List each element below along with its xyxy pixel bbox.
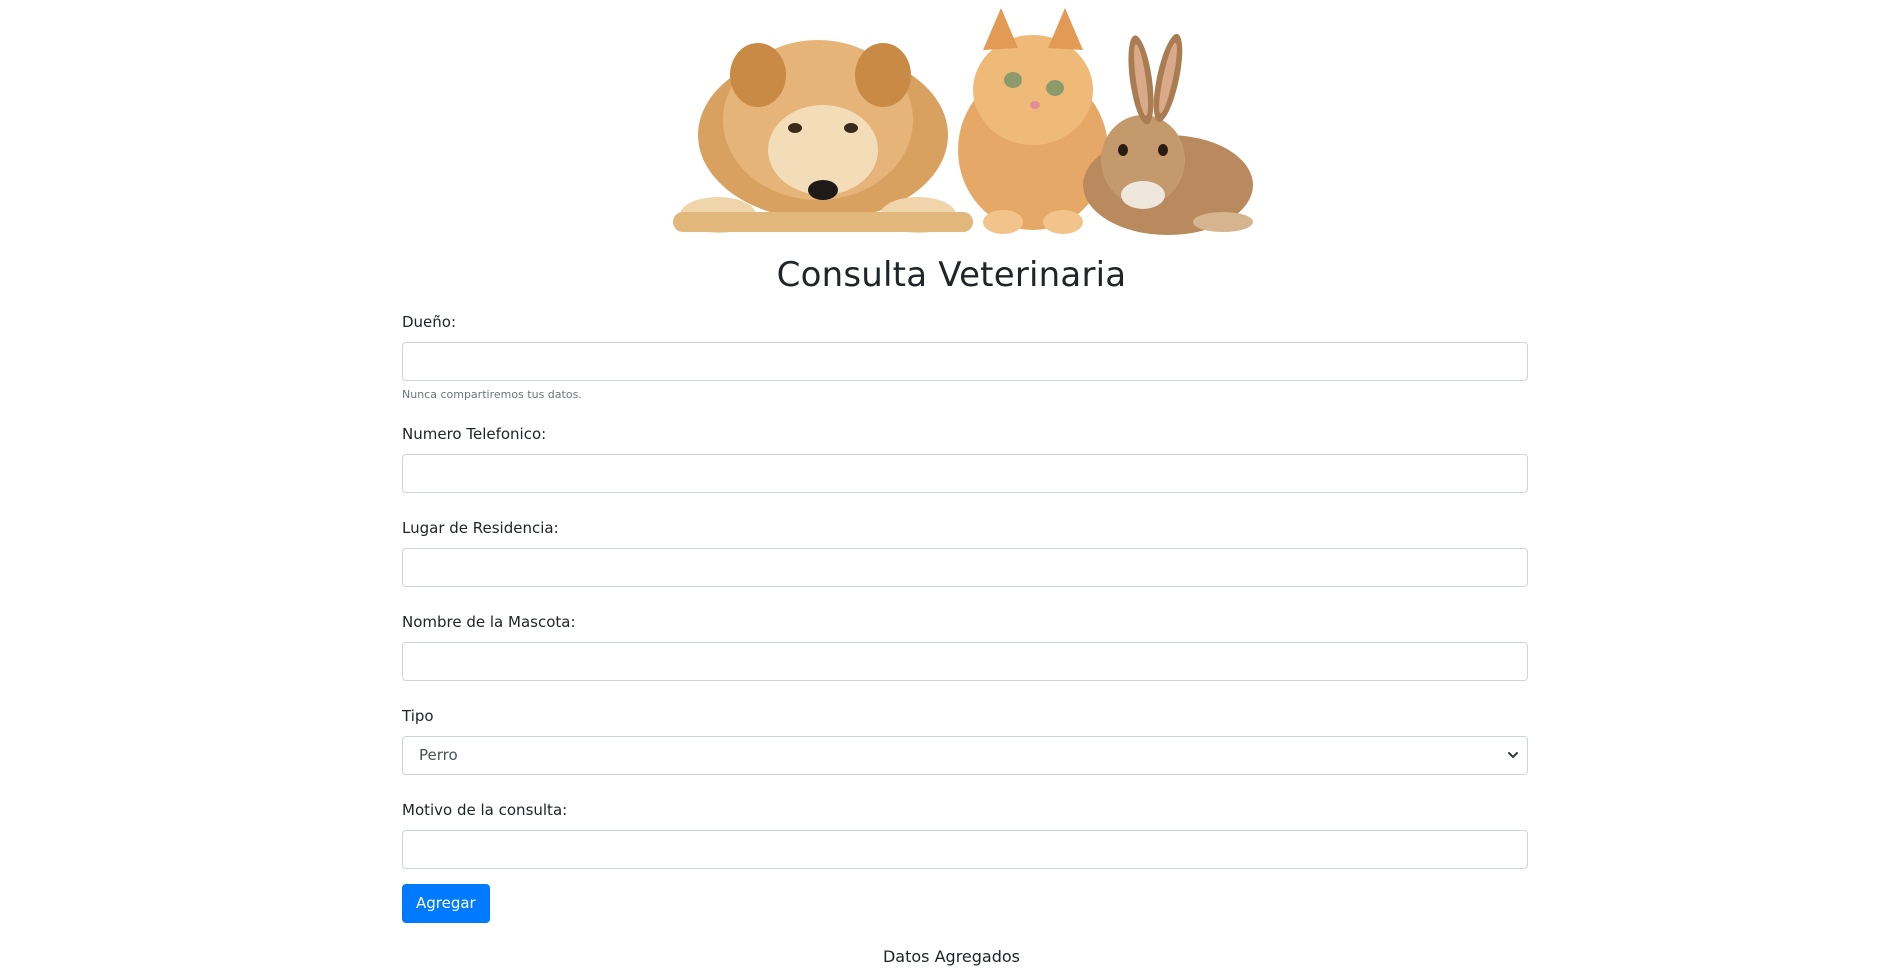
phone-field-group: Numero Telefonico: [402, 422, 1528, 493]
pets-banner-image [663, 0, 1263, 240]
puppy-figure [673, 40, 973, 233]
type-select-wrapper: Perro [402, 736, 1528, 775]
kitten-figure [958, 8, 1108, 234]
rabbit-figure [1083, 33, 1253, 235]
phone-label: Numero Telefonico: [402, 425, 547, 443]
reason-label: Motivo de la consulta: [402, 801, 568, 819]
residence-input[interactable] [402, 548, 1528, 587]
chevron-down-icon [1508, 752, 1518, 758]
pets-illustration [673, 8, 1253, 235]
type-select[interactable]: Perro [402, 736, 1528, 775]
type-field-group: Tipo Perro [402, 704, 1528, 775]
residence-label: Lugar de Residencia: [402, 519, 559, 537]
reason-field-group: Motivo de la consulta: [402, 798, 1528, 869]
reason-input[interactable] [402, 830, 1528, 869]
pet-name-field-group: Nombre de la Mascota: [402, 610, 1528, 681]
page: Consulta Veterinaria Dueño: Nunca compar… [0, 0, 1903, 972]
add-button[interactable]: Agregar [402, 884, 490, 923]
pet-name-input[interactable] [402, 642, 1528, 681]
pet-name-label: Nombre de la Mascota: [402, 613, 576, 631]
owner-label: Dueño: [402, 313, 457, 331]
owner-input[interactable] [402, 342, 1528, 381]
phone-input[interactable] [402, 454, 1528, 493]
page-title: Consulta Veterinaria [776, 255, 1127, 295]
owner-help-text: Nunca compartiremos tus datos. [402, 388, 582, 401]
added-data-heading: Datos Agregados [882, 947, 1021, 966]
owner-field-group: Dueño: Nunca compartiremos tus datos. [402, 310, 1528, 403]
consultation-form: Dueño: Nunca compartiremos tus datos. Nu… [402, 310, 1528, 923]
type-select-value: Perro [419, 746, 458, 764]
residence-field-group: Lugar de Residencia: [402, 516, 1528, 587]
type-label: Tipo [402, 707, 434, 725]
